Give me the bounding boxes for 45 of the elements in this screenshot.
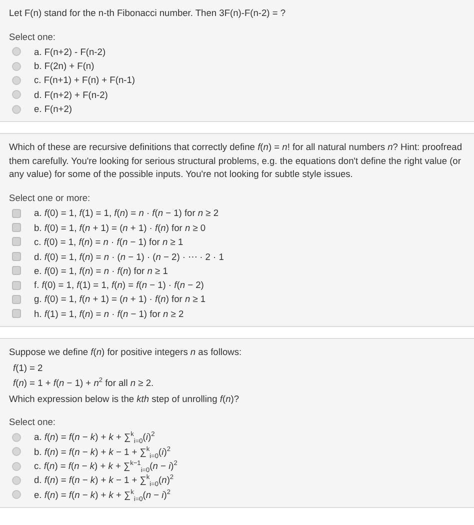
radio-button[interactable] (12, 90, 21, 100)
checkbox[interactable] (12, 294, 21, 304)
option-label: a. f(n) = f(n − k) + k + ∑$^{k}$$_{i=0}$(i)$^{2}$ (34, 432, 155, 442)
option-label: e. F(n+2) (34, 104, 72, 114)
checkbox[interactable] (12, 280, 21, 290)
option-label: b. f(0) = 1, f(n + 1) = (n + 1) · f(n) for n ≥ 0 (34, 222, 206, 233)
option-label: d. F(n+2) + F(n-2) (34, 90, 108, 100)
option-label: g. f(0) = 1, f(n + 1) = (n + 1) · f(n) for n ≥ 1 (34, 294, 206, 304)
option-label: a. f(0) = 1, f(1) = 1, f(n) = n · f(n − 1) for n ≥ 2 (34, 208, 219, 218)
question-text: Which expression below is the kth step of unrolling f(n)? (9, 392, 240, 406)
select-prompt: Select one or more: (9, 192, 92, 205)
radio-button[interactable] (12, 462, 21, 471)
option-label: h. f(1) = 1, f(n) = n · f(n − 1) for n ≥ 2 (34, 308, 184, 319)
checkbox[interactable] (12, 252, 21, 261)
question-text: Let F(n) stand for the n-th Fibonacci number. Then 3F(n)-F(n-2) = ? (9, 7, 287, 20)
radio-button[interactable] (12, 76, 21, 85)
option-label: d. f(n) = f(n − k) + k − 1 + ∑$^{k}$$_{i=0}$(n)$^{2}$ (34, 475, 174, 486)
option-label: c. F(n+1) + F(n) + F(n-1) (34, 75, 135, 86)
select-prompt: Select one: (9, 416, 57, 430)
option-label: e. f(0) = 1, f(n) = n · f(n) for n ≥ 1 (34, 266, 168, 276)
question-text: Suppose we define f(n) for positive integers n as follows: (9, 346, 243, 360)
formula-line: f(n) = 1 + f(n − 1) + n$^{2}$ for all n ≥ 2. (13, 376, 155, 390)
radio-button[interactable] (12, 447, 21, 456)
option-label: a. F(n+2) - F(n-2) (34, 46, 106, 57)
formula-line: f(1) = 2 (13, 362, 44, 375)
option-label: e. f(n) = f(n − k) + k + ∑$^{k}$$_{i=0}$(n − i)$^{2}$ (34, 490, 170, 500)
radio-button[interactable] (12, 104, 21, 114)
checkbox[interactable] (12, 309, 21, 318)
radio-button[interactable] (12, 490, 21, 500)
select-prompt: Select one: (9, 30, 57, 44)
checkbox[interactable] (12, 208, 21, 218)
radio-button[interactable] (12, 476, 21, 485)
radio-button[interactable] (12, 62, 21, 71)
option-label: b. F(2n) + F(n) (34, 61, 94, 72)
option-label: c. f(0) = 1, f(n) = n · f(n − 1) for n ≥ 1 (34, 236, 184, 247)
option-label: c. f(n) = f(n − k) + k + ∑$^{k−1}$$_{i=0}$(n − i)$^{2}$ (34, 461, 178, 472)
question-text: Which of these are recursive definitions that correctly define f(n) = n! for all natural numbers n? Hint: proofread them carefully. You're looking for serious structural problems, e.g. the equations don't define the right value (or any value) for some of the possible inputs. You're not looking for subtle style issues. (9, 141, 463, 182)
checkbox[interactable] (12, 237, 21, 246)
checkbox[interactable] (12, 266, 21, 276)
radio-button[interactable] (12, 432, 21, 442)
option-label: d. f(0) = 1, f(n) = n · (n − 1) · (n − 2) · ⋯ · 2 · 1 (34, 250, 224, 262)
checkbox[interactable] (12, 223, 21, 232)
option-label: f. f(0) = 1, f(1) = 1, f(n) = f(n − 1) · f(n − 2) (34, 280, 204, 290)
radio-button[interactable] (12, 47, 21, 56)
option-label: b. f(n) = f(n − k) + k − 1 + ∑$^{k}$$_{i=0}$(i)$^{2}$ (34, 446, 170, 457)
